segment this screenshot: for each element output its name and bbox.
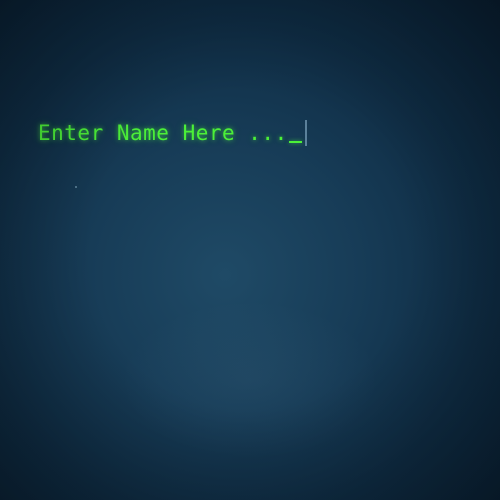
text-cursor-icon — [288, 141, 302, 143]
screen-vignette — [0, 0, 500, 500]
terminal-screen[interactable]: Enter Name Here ... — [0, 0, 500, 500]
screen-glare — [120, 300, 380, 460]
input-caret-icon — [304, 120, 307, 146]
name-prompt-line[interactable]: Enter Name Here ... — [38, 120, 307, 146]
screen-dust-speck — [75, 186, 77, 188]
name-prompt-text: Enter Name Here ... — [38, 121, 288, 145]
